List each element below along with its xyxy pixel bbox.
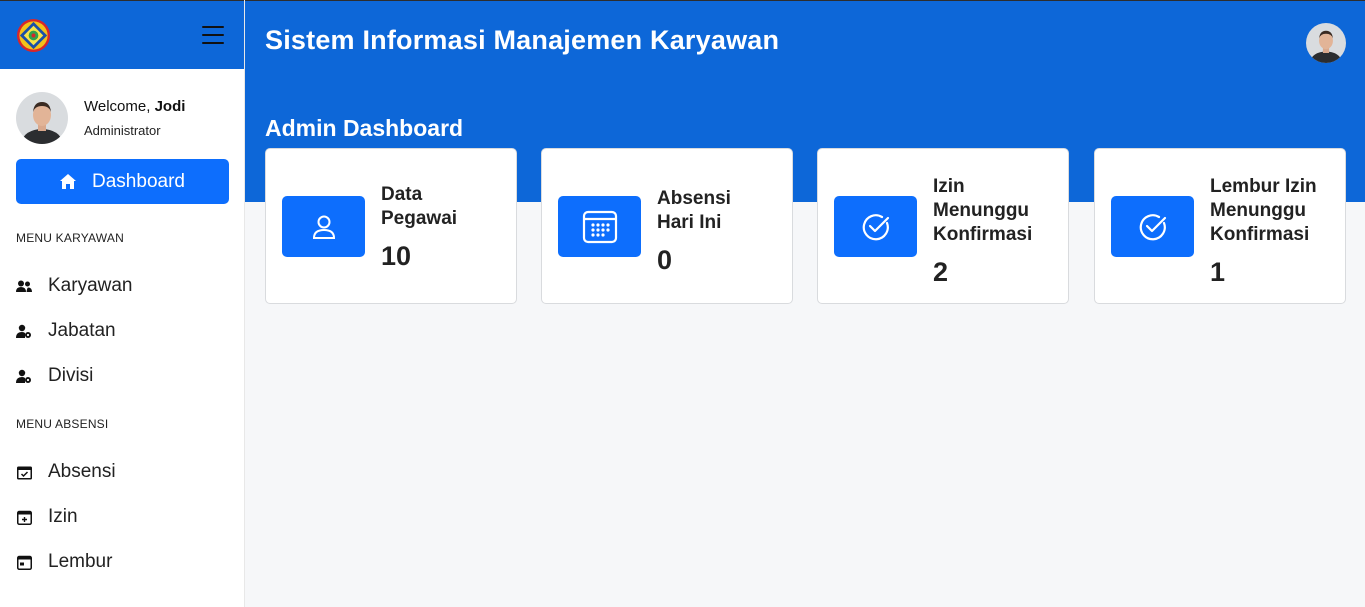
stat-card-data-pegawai[interactable]: Data Pegawai 10 bbox=[265, 148, 517, 304]
sidebar-item-lembur[interactable]: Lembur bbox=[16, 549, 112, 575]
user-icon bbox=[282, 196, 365, 257]
section-title-karyawan: MENU KARYAWAN bbox=[16, 231, 124, 245]
calendar-icon bbox=[16, 554, 32, 570]
home-icon bbox=[60, 174, 77, 189]
check-circle-icon bbox=[834, 196, 917, 257]
check-circle-icon bbox=[1111, 196, 1194, 257]
card-value: 0 bbox=[657, 245, 673, 275]
app-title: Sistem Informasi Manajemen Karyawan bbox=[265, 25, 780, 55]
sidebar-item-label: Divisi bbox=[48, 365, 94, 386]
users-icon bbox=[16, 278, 32, 294]
avatar bbox=[16, 91, 68, 144]
card-label: Absensi Hari Ini bbox=[657, 188, 731, 233]
user-role: Administrator bbox=[84, 122, 161, 138]
stat-card-lembur-menunggu[interactable]: Lembur Izin Menunggu Konfirmasi 1 bbox=[1094, 148, 1346, 304]
sidebar-item-izin[interactable]: Izin bbox=[16, 504, 78, 530]
card-label: Lembur Izin Menunggu Konfirmasi bbox=[1210, 176, 1317, 245]
card-value: 10 bbox=[381, 241, 412, 271]
logo-icon bbox=[16, 18, 51, 52]
sidebar: Welcome, Jodi Administrator Dashboard ME… bbox=[0, 0, 245, 607]
calendar-plus-icon bbox=[16, 509, 32, 525]
dashboard-button[interactable]: Dashboard bbox=[16, 159, 229, 204]
sidebar-header bbox=[0, 0, 244, 69]
stat-card-absensi-hari-ini[interactable]: Absensi Hari Ini 0 bbox=[541, 148, 793, 304]
sidebar-item-jabatan[interactable]: Jabatan bbox=[16, 318, 116, 344]
card-label: Izin Menunggu Konfirmasi bbox=[933, 176, 1033, 245]
welcome-text: Welcome, Jodi bbox=[84, 97, 186, 115]
calendar-check-icon bbox=[16, 464, 32, 480]
user-gear-icon bbox=[16, 368, 32, 384]
calendar-grid-icon bbox=[558, 196, 641, 257]
dashboard-label: Dashboard bbox=[92, 170, 185, 192]
sidebar-item-absensi[interactable]: Absensi bbox=[16, 459, 116, 485]
sidebar-item-label: Absensi bbox=[48, 461, 116, 482]
sidebar-item-label: Lembur bbox=[48, 551, 113, 572]
card-value: 1 bbox=[1210, 257, 1226, 287]
card-value: 2 bbox=[933, 257, 949, 287]
user-gear-icon bbox=[16, 323, 32, 339]
sidebar-item-label: Jabatan bbox=[48, 320, 116, 341]
section-title-absensi: MENU ABSENSI bbox=[16, 417, 109, 431]
page-title: Admin Dashboard bbox=[265, 115, 464, 141]
stat-card-izin-menunggu[interactable]: Izin Menunggu Konfirmasi 2 bbox=[817, 148, 1069, 304]
menu-toggle-icon[interactable] bbox=[202, 26, 224, 44]
avatar[interactable] bbox=[1306, 23, 1346, 63]
user-name: Jodi bbox=[154, 97, 186, 115]
sidebar-item-divisi[interactable]: Divisi bbox=[16, 363, 93, 389]
card-label: Data Pegawai bbox=[381, 184, 458, 229]
sidebar-item-label: Karyawan bbox=[48, 275, 133, 296]
sidebar-item-karyawan[interactable]: Karyawan bbox=[16, 273, 133, 299]
sidebar-item-label: Izin bbox=[48, 506, 78, 527]
user-panel: Welcome, Jodi Administrator bbox=[0, 69, 244, 151]
